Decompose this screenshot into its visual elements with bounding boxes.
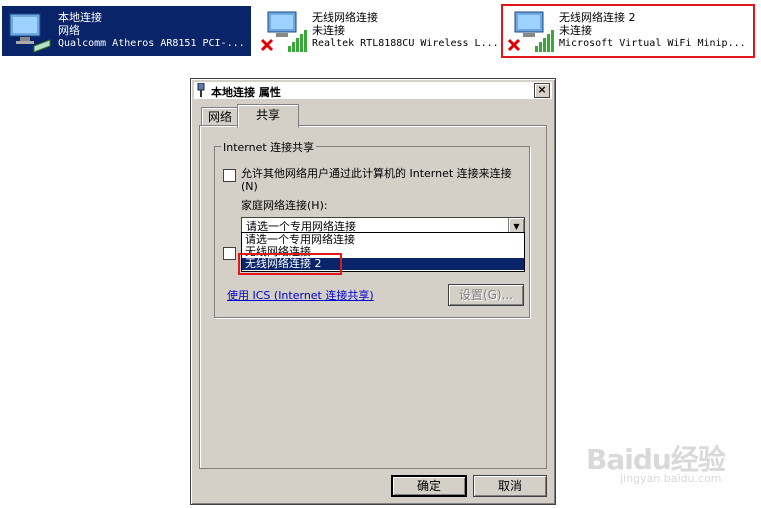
- lan-adapter-icon: [9, 13, 51, 53]
- connection-status: 未连接: [312, 24, 345, 37]
- connection-tile-local[interactable]: 本地连接 网络 Qualcomm Atheros AR8151 PCI-...: [2, 6, 251, 56]
- allow-sharing-checkbox[interactable]: [223, 169, 236, 182]
- wifi-adapter-disconnected-icon: [507, 11, 554, 52]
- connection-tile-wireless-2[interactable]: 无线网络连接 2 未连接 Microsoft Virtual WiFi Mini…: [501, 4, 755, 58]
- connection-tile-wireless[interactable]: 无线网络连接 未连接 Realtek RTL8188CU Wireless L.…: [256, 6, 499, 56]
- ok-button[interactable]: 确定: [391, 475, 467, 497]
- connection-name: 无线网络连接: [312, 11, 378, 24]
- dialog-titlebar[interactable]: 本地连接 属性 ×: [194, 82, 552, 99]
- allow-sharing-label: 允许其他网络用户通过此计算机的 Internet 连接来连接(N): [241, 167, 512, 193]
- home-network-label: 家庭网络连接(H):: [241, 199, 328, 212]
- network-cable-icon: [197, 83, 205, 97]
- settings-button[interactable]: 设置(G)...: [448, 284, 524, 306]
- tab-sharing[interactable]: 共享: [237, 104, 299, 128]
- connection-status: 网络: [58, 24, 80, 37]
- watermark-url: jingyan.baidu.com: [620, 472, 722, 485]
- close-button[interactable]: ×: [534, 83, 550, 98]
- dialog-title: 本地连接 属性: [211, 86, 281, 99]
- connection-name: 本地连接: [58, 11, 102, 24]
- ics-help-link[interactable]: 使用 ICS (Internet 连接共享): [227, 287, 374, 303]
- connection-device: Microsoft Virtual WiFi Minip...: [559, 38, 746, 49]
- home-network-dropdown: 请选一个专用网络连接 无线网络连接 无线网络连接 2: [241, 232, 525, 272]
- cancel-button[interactable]: 取消: [473, 475, 547, 497]
- wifi-adapter-disconnected-icon: [260, 11, 307, 52]
- properties-dialog: 本地连接 属性 × 网络 共享 Internet 连接共享 允许其他网络用户通过…: [190, 78, 556, 505]
- connection-status: 未连接: [559, 24, 592, 37]
- sharing-panel: Internet 连接共享 允许其他网络用户通过此计算机的 Internet 连…: [199, 125, 547, 469]
- allow-control-checkbox[interactable]: [223, 247, 236, 260]
- connection-device: Qualcomm Atheros AR8151 PCI-...: [58, 38, 245, 49]
- connection-name: 无线网络连接 2: [559, 11, 636, 24]
- tab-network[interactable]: 网络: [201, 107, 239, 126]
- ics-group-title: Internet 连接共享: [221, 139, 317, 155]
- watermark: Baidu经验 jingyan.baidu.com: [578, 418, 728, 488]
- dropdown-option-selected[interactable]: 无线网络连接 2: [242, 258, 524, 270]
- connection-device: Realtek RTL8188CU Wireless L...: [312, 38, 499, 49]
